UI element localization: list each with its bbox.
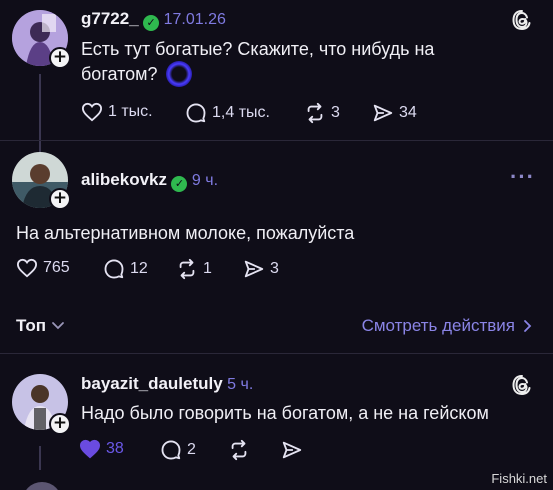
share-button[interactable]: 34 xyxy=(372,102,417,124)
share-count: 3 xyxy=(270,260,279,277)
repost-button[interactable] xyxy=(228,439,250,461)
like-count: 38 xyxy=(106,440,124,457)
reply-button[interactable]: 1,4 тыс. xyxy=(185,102,270,124)
post-header: alibekovkz ✓ 9 ч. xyxy=(81,170,218,192)
send-icon xyxy=(373,104,393,122)
next-avatar xyxy=(22,482,62,490)
share-button[interactable]: 3 xyxy=(243,258,279,280)
username[interactable]: alibekovkz xyxy=(81,170,167,189)
threads-logo-icon[interactable] xyxy=(510,373,534,402)
like-count: 765 xyxy=(43,259,70,276)
thread-line xyxy=(39,446,41,470)
share-count: 34 xyxy=(399,104,417,121)
like-button[interactable]: 38 xyxy=(79,439,124,459)
follow-plus-icon[interactable]: + xyxy=(49,47,71,69)
share-button[interactable] xyxy=(281,439,303,461)
watermark: Fishki.net xyxy=(491,471,547,486)
comment-icon xyxy=(161,440,181,460)
threads-logo-icon[interactable] xyxy=(510,8,534,37)
reply-button[interactable]: 2 xyxy=(160,439,196,461)
purple-circle-emoji xyxy=(165,61,192,87)
repost-count: 1 xyxy=(203,260,212,277)
repost-icon xyxy=(307,102,323,124)
post-time: 9 ч. xyxy=(191,172,219,189)
view-actions-label: Смотреть действия xyxy=(361,316,515,335)
verified-icon: ✓ xyxy=(143,15,160,31)
post-text-line: Есть тут богатые? Скажите, что нибудь на xyxy=(81,39,435,59)
view-actions-link[interactable]: Смотреть действия xyxy=(362,316,533,336)
repost-icon xyxy=(179,258,195,280)
repost-button[interactable]: 1 xyxy=(176,258,212,280)
post-header: bayazit_dauletuly 5 ч. xyxy=(81,374,253,394)
divider xyxy=(0,353,553,354)
sort-dropdown[interactable]: Топ xyxy=(16,316,65,336)
heart-filled-icon xyxy=(79,439,101,459)
heart-icon xyxy=(16,258,38,278)
post-time: 5 ч. xyxy=(227,376,254,393)
chevron-down-icon xyxy=(52,322,64,330)
post-time: 17.01.26 xyxy=(163,11,226,28)
send-icon xyxy=(244,260,264,278)
more-options-icon[interactable]: ··· xyxy=(510,164,535,190)
send-icon xyxy=(282,441,302,459)
post-header: g7722_ ✓ 17.01.26 xyxy=(81,9,226,31)
chevron-right-icon xyxy=(524,320,532,332)
heart-icon xyxy=(81,102,103,122)
reply-count: 1,4 тыс. xyxy=(212,104,270,121)
username[interactable]: bayazit_dauletuly xyxy=(81,374,223,393)
post-text-line: богатом? xyxy=(81,64,158,84)
repost-button[interactable]: 3 xyxy=(304,102,340,124)
repost-icon xyxy=(231,439,247,461)
reply-count: 12 xyxy=(130,260,148,277)
post-text: На альтернативном молоке, пожалуйста xyxy=(16,223,355,243)
thread-line xyxy=(39,74,41,156)
reply-button[interactable]: 12 xyxy=(103,258,148,280)
follow-plus-icon[interactable]: + xyxy=(49,413,71,435)
reply-count: 2 xyxy=(187,441,196,458)
verified-icon: ✓ xyxy=(171,176,188,192)
divider xyxy=(0,140,553,141)
post-text: Надо было говорить на богатом, а не на г… xyxy=(81,403,489,423)
repost-count: 3 xyxy=(331,104,340,121)
post-text: Есть тут богатые? Скажите, что нибудь на… xyxy=(81,37,521,87)
comment-icon xyxy=(104,259,124,279)
sort-label: Топ xyxy=(16,316,46,335)
like-button[interactable]: 1 тыс. xyxy=(81,102,153,122)
follow-plus-icon[interactable]: + xyxy=(49,188,71,210)
like-count: 1 тыс. xyxy=(108,103,153,120)
username[interactable]: g7722_ xyxy=(81,9,139,28)
comment-icon xyxy=(186,103,206,123)
like-button[interactable]: 765 xyxy=(16,258,70,278)
